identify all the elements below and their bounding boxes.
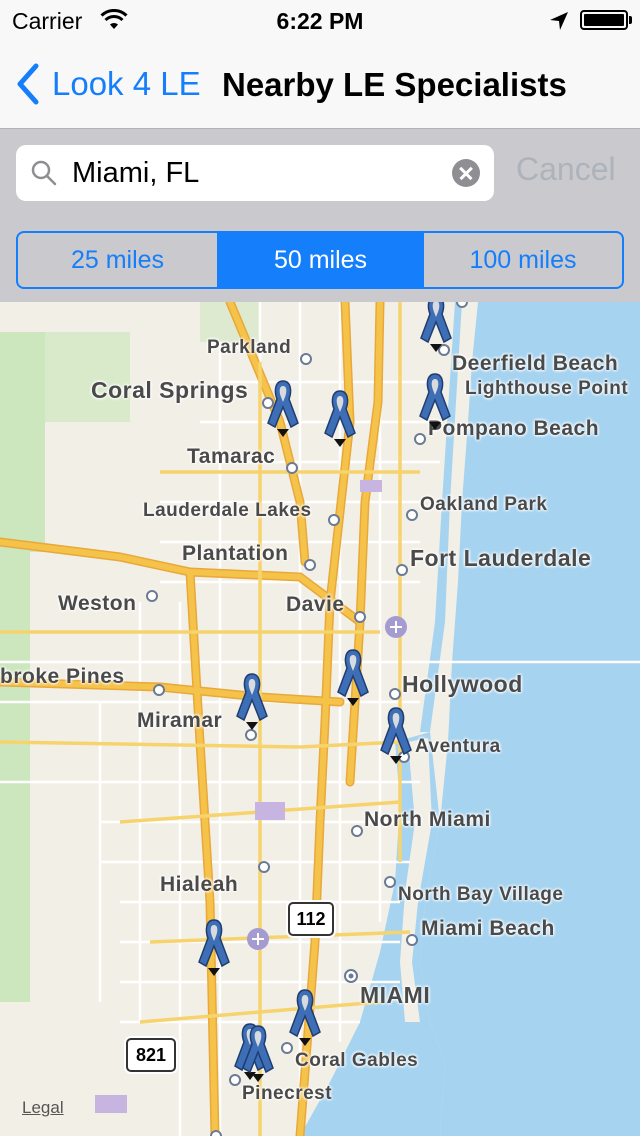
- awareness-ribbon-icon: [420, 302, 452, 352]
- specialist-pin[interactable]: [378, 704, 414, 770]
- place-label-davie: Davie: [286, 593, 345, 616]
- place-label-deerfield-beach: Deerfield Beach: [452, 352, 619, 375]
- cancel-button[interactable]: Cancel: [516, 151, 616, 188]
- place-label-oakland-park: Oakland Park: [420, 494, 548, 515]
- place-label-plantation: Plantation: [182, 542, 289, 565]
- clock: 6:22 PM: [276, 8, 364, 34]
- segment-25-miles[interactable]: 25 miles: [18, 233, 217, 287]
- search-input[interactable]: Miami, FL: [16, 145, 494, 201]
- place-label-pompano-beach: Pompano Beach: [428, 417, 600, 440]
- legal-link[interactable]: Legal: [22, 1098, 64, 1118]
- awareness-ribbon-icon: [198, 919, 230, 976]
- awareness-ribbon-icon: [324, 390, 356, 447]
- place-label-miramar: Miramar: [137, 709, 223, 732]
- specialist-pin[interactable]: [335, 646, 371, 712]
- map-view[interactable]: Parkland Deerfield Beach Coral Springs L…: [0, 302, 640, 1136]
- specialist-pin[interactable]: [234, 670, 270, 736]
- specialist-pin[interactable]: [240, 1022, 276, 1088]
- segment-50-miles[interactable]: 50 miles: [217, 233, 422, 287]
- specialist-pin[interactable]: [265, 377, 301, 443]
- route-shield-821: 821: [126, 1038, 176, 1072]
- specialist-pin[interactable]: [418, 302, 454, 358]
- place-label-north-miami: North Miami: [364, 808, 491, 831]
- awareness-ribbon-icon: [267, 380, 299, 437]
- page-title: Nearby LE Specialists: [222, 66, 567, 103]
- specialist-pin[interactable]: [322, 387, 358, 453]
- back-button[interactable]: Look 4 LE: [14, 62, 201, 106]
- battery-icon: [580, 10, 632, 30]
- place-label-parkland: Parkland: [207, 337, 292, 358]
- distance-segmented-control: 25 miles 50 miles 100 miles: [16, 231, 624, 289]
- awareness-ribbon-icon: [289, 989, 321, 1046]
- awareness-ribbon-icon: [242, 1025, 274, 1082]
- place-label-lighthouse-point: Lighthouse Point: [465, 378, 629, 399]
- place-label-weston: Weston: [58, 592, 137, 615]
- location-arrow-icon: [550, 12, 568, 30]
- navigation-bar: Look 4 LE Nearby LE Specialists: [0, 40, 640, 128]
- specialist-pin[interactable]: [287, 986, 323, 1052]
- search-query-text: Miami, FL: [72, 157, 200, 189]
- place-label-north-bay-village: North Bay Village: [398, 884, 564, 905]
- chevron-left-icon: [17, 63, 39, 105]
- search-panel: Miami, FL Cancel 25 miles 50 miles 100 m…: [0, 128, 640, 302]
- awareness-ribbon-icon: [236, 673, 268, 730]
- place-label-miami: MIAMI: [360, 982, 431, 1008]
- clear-icon[interactable]: [452, 159, 480, 187]
- search-icon: [31, 160, 57, 186]
- place-label-fort-lauderdale: Fort Lauderdale: [410, 545, 592, 571]
- place-label-pembroke-pines: broke Pines: [0, 665, 125, 688]
- place-label-hialeah: Hialeah: [160, 873, 239, 896]
- place-label-hollywood: Hollywood: [402, 671, 523, 697]
- awareness-ribbon-icon: [380, 707, 412, 764]
- place-label-aventura: Aventura: [415, 736, 501, 757]
- place-label-miami-beach: Miami Beach: [421, 917, 555, 940]
- segment-100-miles[interactable]: 100 miles: [422, 233, 622, 287]
- place-label-coral-gables: Coral Gables: [295, 1050, 419, 1071]
- route-shield-112: 112: [288, 902, 334, 936]
- awareness-ribbon-icon: [419, 373, 451, 430]
- place-label-tamarac: Tamarac: [187, 445, 276, 468]
- specialist-pin[interactable]: [196, 916, 232, 982]
- awareness-ribbon-icon: [337, 649, 369, 706]
- place-label-lauderdale-lakes: Lauderdale Lakes: [143, 500, 312, 521]
- place-label-coral-springs: Coral Springs: [91, 377, 249, 403]
- back-button-label: Look 4 LE: [52, 65, 201, 102]
- status-bar: Carrier 6:22 PM: [0, 0, 640, 40]
- specialist-pin[interactable]: [417, 370, 453, 436]
